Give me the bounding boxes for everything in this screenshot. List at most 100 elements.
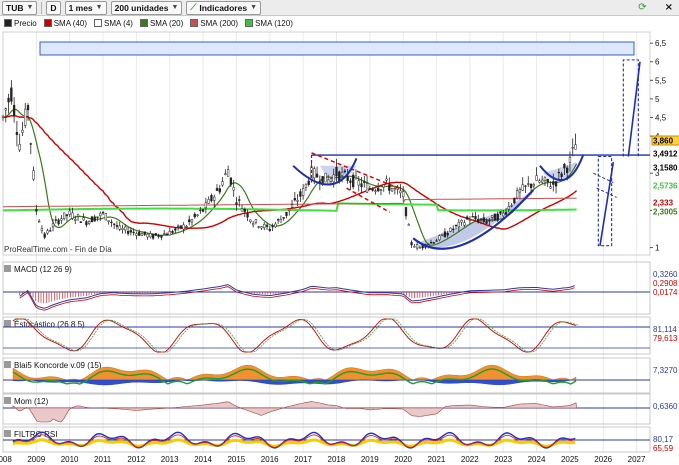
year-label: 2014 (194, 455, 212, 464)
candle-body (107, 220, 110, 222)
candle-body (479, 218, 483, 221)
candle-body (549, 186, 552, 189)
candle-body (18, 144, 21, 151)
candle-body (163, 233, 166, 235)
candle-body (374, 190, 377, 192)
candle-body (265, 224, 269, 227)
candle-body (368, 188, 372, 190)
candle-body (74, 219, 77, 221)
candle-body (57, 219, 60, 225)
candle-body (363, 181, 366, 183)
candle-body (168, 231, 171, 236)
candle-body (307, 180, 310, 185)
candle-body (352, 174, 355, 188)
candle-body (543, 176, 547, 182)
target-rect (597, 155, 613, 247)
candle-body (343, 170, 346, 173)
blai-panel-title: Blai5 Koncorde v.09 (15) (14, 361, 102, 370)
candle-body (151, 234, 155, 239)
candle-body (26, 105, 30, 111)
candle-body (477, 218, 480, 223)
candle-body (454, 224, 458, 227)
candle-body (143, 231, 146, 235)
candle-body (496, 213, 499, 221)
candle-body (124, 226, 127, 231)
candle-body (388, 184, 391, 191)
candle-body (407, 224, 410, 226)
candle-body (54, 219, 57, 221)
candle-body (207, 199, 210, 204)
year-label: 2017 (294, 455, 312, 464)
year-label: 2018 (328, 455, 346, 464)
candle-body (435, 240, 438, 242)
candle-body (324, 172, 327, 183)
candle-body (274, 223, 277, 228)
candle-body (113, 223, 116, 225)
candle-body (518, 189, 522, 193)
candle-body (568, 157, 572, 163)
blai-value-label: 7,3270 (653, 366, 678, 375)
stoch-k-line (12, 318, 577, 353)
candle-body (88, 221, 91, 224)
chart-canvas[interactable]: 6,565,554,543213,8603,49123,15802,57362,… (0, 0, 679, 465)
candle-body (15, 132, 19, 135)
candle-body (251, 223, 255, 226)
candle-body (457, 221, 460, 228)
price-tick-label: 5 (655, 95, 660, 104)
year-label: 2020 (394, 455, 412, 464)
macd-value-label: 0,0174 (653, 288, 678, 297)
candle-body (218, 188, 221, 193)
candle-body (402, 191, 405, 197)
candle-body (4, 108, 7, 111)
candle-body (129, 230, 132, 233)
candle-body (429, 242, 433, 244)
watermark: ProRealTime.com - Fin de Día (4, 245, 112, 254)
candle-body (493, 213, 497, 221)
candle-body (182, 224, 185, 230)
candle-body (296, 200, 299, 202)
candle-body (238, 199, 241, 201)
candle-body (65, 214, 69, 217)
year-label: 2012 (127, 455, 145, 464)
stoch-value-label: 79,613 (653, 334, 678, 343)
target-zone (39, 41, 635, 56)
candle-body (532, 184, 535, 187)
momentum-area (12, 401, 577, 423)
candle-body (560, 173, 563, 178)
candle-body (254, 219, 258, 223)
mom-value-label: 0,6360 (653, 402, 678, 411)
price-tick-label: 6,5 (655, 39, 667, 48)
blai-panel-icon (4, 361, 11, 368)
candle-body (404, 207, 408, 217)
candle-body (471, 216, 474, 218)
price-value-label: 3,860 (653, 137, 674, 146)
candle-body (354, 175, 358, 179)
stoch-panel-title: Estocástico (26 8 5) (14, 320, 85, 329)
candle-body (527, 183, 530, 185)
year-label: 2016 (261, 455, 279, 464)
candle-body (468, 219, 472, 221)
candle-body (138, 232, 141, 236)
candle-body (174, 228, 177, 231)
stoch-panel-icon (4, 320, 11, 327)
projection-line (596, 187, 617, 198)
candle-body (37, 220, 41, 223)
candle-body (193, 213, 196, 218)
candle-body (226, 169, 230, 177)
candle-body (552, 181, 555, 185)
candle-body (85, 221, 88, 226)
candle-body (140, 233, 144, 237)
candle-body (438, 235, 441, 241)
candle-body (260, 226, 263, 229)
candle-body (335, 166, 338, 177)
candle-body (293, 198, 296, 201)
year-label: 2008 (0, 455, 12, 464)
candle-body (43, 233, 46, 238)
year-label: 2010 (61, 455, 79, 464)
candle-body (157, 235, 160, 237)
candle-body (171, 230, 174, 234)
candle-body (541, 179, 544, 183)
candle-body (302, 188, 305, 196)
candle-body (357, 180, 360, 186)
candle-body (71, 212, 74, 219)
